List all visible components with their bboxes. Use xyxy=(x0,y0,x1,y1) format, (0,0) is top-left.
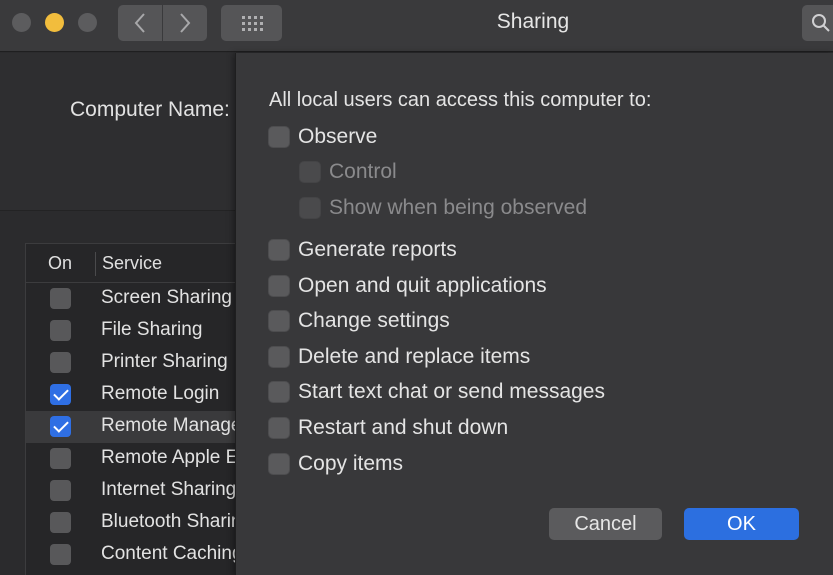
option-text-chat[interactable]: Start text chat or send messages xyxy=(268,379,605,405)
service-checkbox[interactable] xyxy=(50,480,71,501)
column-header-on[interactable]: On xyxy=(48,253,72,274)
service-checkbox[interactable] xyxy=(50,544,71,565)
search-field[interactable] xyxy=(802,5,833,41)
cancel-button[interactable]: Cancel xyxy=(549,508,662,540)
option-observe[interactable]: Observe xyxy=(268,124,377,150)
checkbox[interactable] xyxy=(299,197,321,219)
option-label: Generate reports xyxy=(298,238,457,261)
option-label: Start text chat or send messages xyxy=(298,380,605,403)
service-row-selected[interactable]: Remote Management xyxy=(26,411,239,443)
service-label: Remote Apple Events xyxy=(101,447,235,468)
service-label: Content Caching xyxy=(101,543,235,564)
forward-button[interactable] xyxy=(163,5,207,41)
close-window-button[interactable] xyxy=(12,13,31,32)
service-checkbox[interactable] xyxy=(50,512,71,533)
checkbox[interactable] xyxy=(268,346,290,368)
checkbox[interactable] xyxy=(299,161,321,183)
show-all-button[interactable] xyxy=(221,5,282,41)
window-title: Sharing xyxy=(496,10,570,33)
service-label: Internet Sharing xyxy=(101,479,235,500)
option-control[interactable]: Control xyxy=(299,159,397,185)
service-row[interactable]: Bluetooth Sharing xyxy=(26,507,239,539)
checkbox[interactable] xyxy=(268,417,290,439)
back-button[interactable] xyxy=(118,5,162,41)
checkbox[interactable] xyxy=(268,275,290,297)
checkbox[interactable] xyxy=(268,381,290,403)
service-row[interactable]: File Sharing xyxy=(26,315,239,347)
service-checkbox[interactable] xyxy=(50,416,71,437)
option-label: Delete and replace items xyxy=(298,345,531,368)
option-label: Observe xyxy=(298,125,378,148)
option-label: Restart and shut down xyxy=(298,416,509,439)
service-list: On Service Screen Sharing File Sharing P… xyxy=(25,243,240,575)
option-copy-items[interactable]: Copy items xyxy=(268,451,403,477)
access-privileges-sheet: All local users can access this computer… xyxy=(235,53,833,575)
zoom-window-button[interactable] xyxy=(78,13,97,32)
service-checkbox[interactable] xyxy=(50,288,71,309)
service-row[interactable]: Remote Apple Events xyxy=(26,443,239,475)
option-change-settings[interactable]: Change settings xyxy=(268,308,450,334)
service-row[interactable]: Content Caching xyxy=(26,539,239,571)
grid-icon xyxy=(241,16,263,31)
service-row[interactable]: Remote Login xyxy=(26,379,239,411)
service-checkbox[interactable] xyxy=(50,352,71,373)
column-header-service[interactable]: Service xyxy=(102,253,162,274)
service-label: Bluetooth Sharing xyxy=(101,511,235,532)
option-generate-reports[interactable]: Generate reports xyxy=(268,237,457,263)
option-label: Change settings xyxy=(298,309,450,332)
option-show-when-observed[interactable]: Show when being observed xyxy=(299,195,587,221)
service-row[interactable]: Internet Sharing xyxy=(26,475,239,507)
checkbox[interactable] xyxy=(268,453,290,475)
search-icon xyxy=(812,14,830,32)
service-label: Remote Management xyxy=(101,415,235,436)
computer-name-label: Computer Name: xyxy=(70,98,230,121)
option-label: Open and quit applications xyxy=(298,274,547,297)
checkbox[interactable] xyxy=(268,239,290,261)
service-label: Screen Sharing xyxy=(101,287,232,308)
service-checkbox[interactable] xyxy=(50,384,71,405)
option-label: Control xyxy=(329,160,397,183)
service-checkbox[interactable] xyxy=(50,448,71,469)
title-bar: Sharing xyxy=(0,0,833,52)
option-restart-shutdown[interactable]: Restart and shut down xyxy=(268,415,508,441)
service-row[interactable]: Printer Sharing xyxy=(26,347,239,379)
service-label: Printer Sharing xyxy=(101,351,228,372)
minimize-window-button[interactable] xyxy=(45,13,64,32)
option-open-quit-applications[interactable]: Open and quit applications xyxy=(268,273,547,299)
service-row[interactable]: Screen Sharing xyxy=(26,283,239,315)
sheet-heading: All local users can access this computer… xyxy=(269,89,652,111)
checkbox[interactable] xyxy=(268,126,290,148)
option-label: Show when being observed xyxy=(329,196,588,219)
ok-button[interactable]: OK xyxy=(684,508,799,540)
option-label: Copy items xyxy=(298,452,404,475)
service-label: Remote Login xyxy=(101,383,220,404)
service-checkbox[interactable] xyxy=(50,320,71,341)
service-list-header: On Service xyxy=(26,244,239,283)
service-label: File Sharing xyxy=(101,319,203,340)
chevron-right-icon xyxy=(180,13,191,33)
option-delete-replace-items[interactable]: Delete and replace items xyxy=(268,344,530,370)
column-divider xyxy=(95,252,96,276)
checkbox[interactable] xyxy=(268,310,290,332)
chevron-left-icon xyxy=(134,13,145,33)
